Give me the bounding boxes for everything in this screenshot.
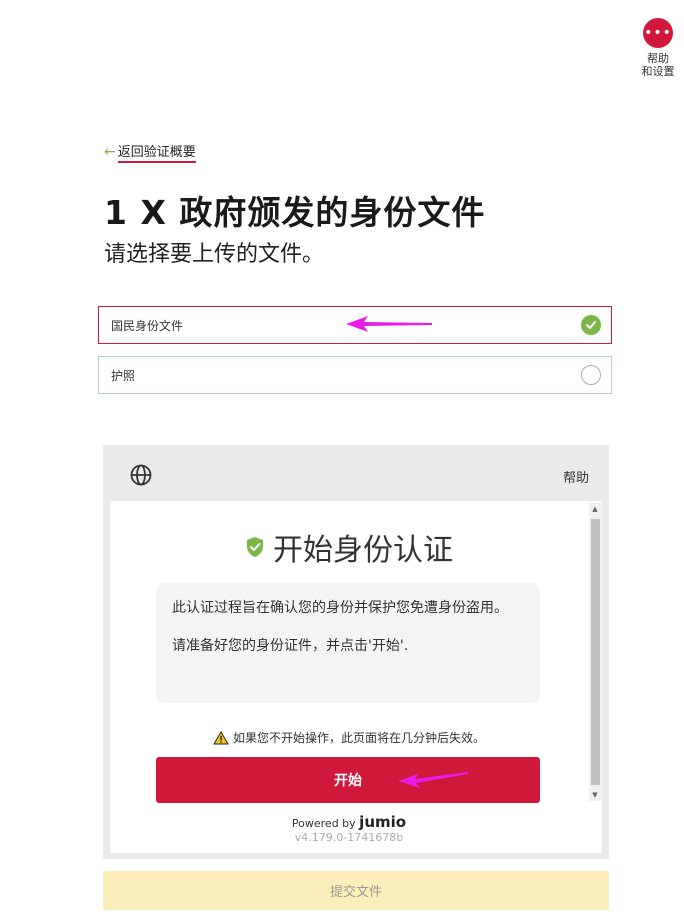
arrow-left-icon: ←: [104, 144, 116, 160]
widget-body: 开始身份认证 此认证过程旨在确认您的身份并保护您免遭身份盗用。 请准备好您的身份…: [110, 501, 602, 853]
info-paragraph: 请准备好您的身份证件，并点击'开始'.: [172, 638, 409, 654]
back-to-overview-link[interactable]: ← 返回验证概要: [104, 141, 196, 163]
start-button[interactable]: 开始: [156, 757, 540, 803]
option-label: 国民身份文件: [111, 318, 184, 333]
radio-empty-icon: [581, 365, 601, 385]
check-circle-icon: [581, 315, 601, 335]
back-link-label: 返回验证概要: [117, 141, 196, 163]
verify-title-text: 开始身份认证: [273, 533, 453, 568]
scrollbar[interactable]: ▲ ▼: [589, 503, 601, 801]
powered-prefix: Powered by: [291, 817, 356, 830]
version-text: v4.179.0-1741678b: [294, 831, 404, 844]
annotation-arrow-icon: [398, 772, 468, 788]
info-box: 此认证过程旨在确认您的身份并保护您免遭身份盗用。 请准备好您的身份证件，并点击'…: [156, 583, 540, 703]
option-label: 护照: [111, 368, 136, 383]
submit-documents-button[interactable]: 提交文件: [103, 871, 609, 910]
info-paragraph: 此认证过程旨在确认您的身份并保护您免遭身份盗用。: [172, 600, 508, 616]
widget-help-link[interactable]: 帮助: [563, 467, 589, 486]
widget-header: 帮助: [103, 445, 609, 501]
warning-icon: [213, 730, 229, 744]
option-passport[interactable]: 护照: [98, 356, 612, 394]
powered-by: Powered by jumio: [110, 813, 588, 831]
more-dots-icon: •••: [643, 18, 673, 48]
annotation-arrow-icon: [346, 316, 432, 332]
warning-text: 如果您不开始操作，此页面将在几分钟后失效。: [232, 731, 485, 745]
jumio-widget: 帮助 开始身份认证 此认证过程旨在确认您的身份并保护您免遭身份盗用。 请准备好您…: [103, 445, 609, 859]
expiry-warning: 如果您不开始操作，此页面将在几分钟后失效。: [110, 729, 588, 746]
page-subtitle: 请选择要上传的文件。: [104, 242, 325, 267]
shield-check-icon: [247, 537, 263, 557]
scroll-up-icon[interactable]: ▲: [589, 505, 601, 513]
scroll-down-icon[interactable]: ▼: [589, 791, 601, 799]
jumio-logo: jumio: [359, 813, 407, 831]
help-settings-button[interactable]: ••• 帮助 和设置: [636, 18, 680, 78]
page-title: 1 X 政府颁发的身份文件: [104, 193, 486, 232]
help-settings-label: 帮助 和设置: [641, 52, 675, 78]
verify-title: 开始身份认证: [110, 525, 588, 569]
scroll-thumb[interactable]: [591, 519, 600, 785]
globe-icon[interactable]: [130, 464, 152, 490]
